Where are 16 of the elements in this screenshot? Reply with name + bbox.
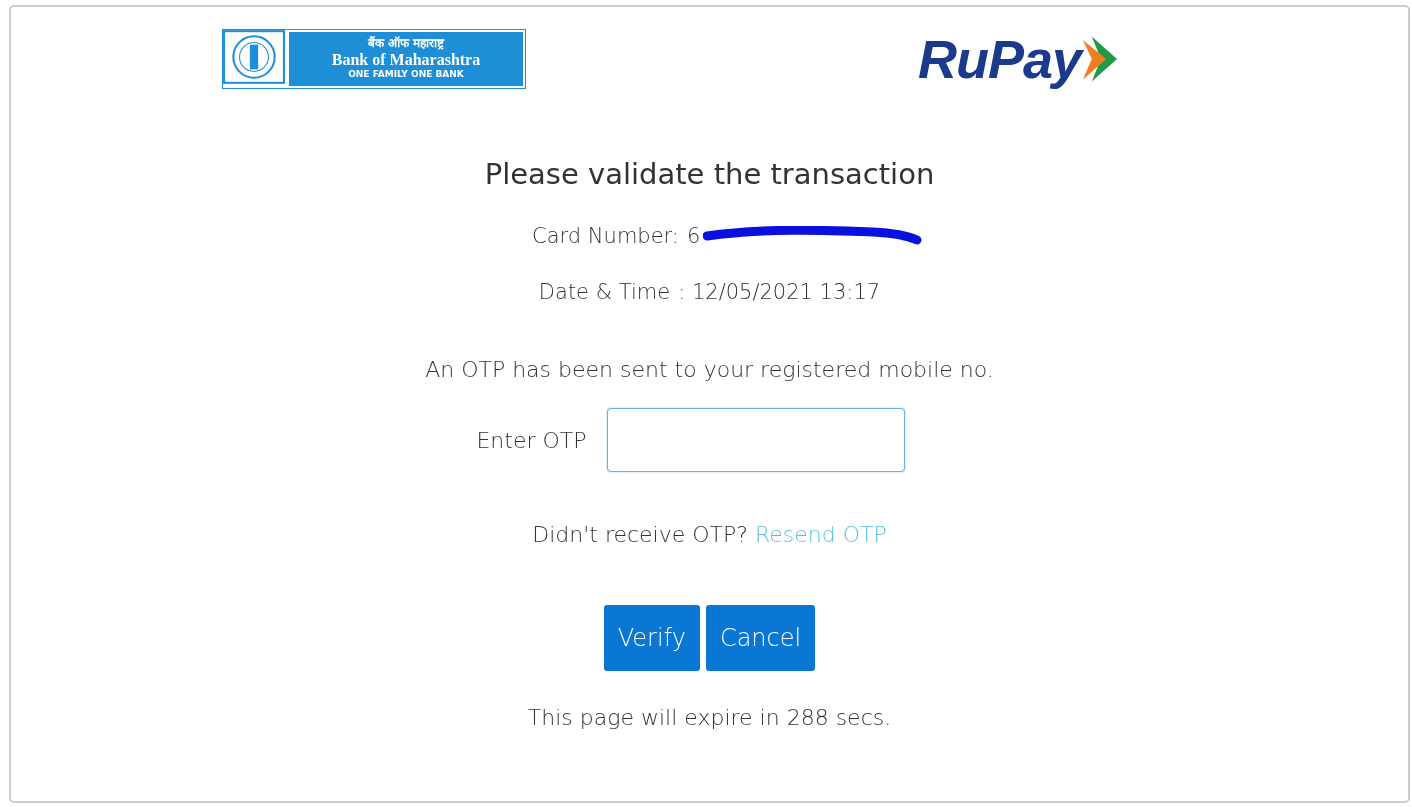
bank-tagline: ONE FAMILY ONE BANK: [348, 69, 464, 82]
card-number-value: 6: [686, 224, 701, 248]
otp-input-field[interactable]: [606, 408, 905, 472]
resend-prompt: Didn't receive OTP?: [532, 522, 748, 547]
verify-button[interactable]: Verify: [603, 605, 700, 671]
date-time-value: : 12/05/2021 13:17: [678, 280, 881, 304]
card-number-label: Card Number:: [532, 224, 679, 248]
page-title: Please validate the transaction: [484, 157, 935, 191]
bank-name: Bank of Maharashtra: [331, 50, 481, 70]
date-time-label: Date & Time: [538, 280, 671, 304]
otp-label: Enter OTP: [476, 427, 587, 453]
rupay-wordmark: RuPay: [918, 28, 1082, 90]
bank-hindi-name: बैंक ऑफ महाराष्ट्र: [367, 36, 445, 51]
otp-notice: An OTP has been sent to your registered mobile no.: [425, 357, 994, 382]
cancel-button[interactable]: Cancel: [705, 605, 816, 671]
expiry-notice: This page will expire in 288 secs.: [527, 705, 892, 730]
